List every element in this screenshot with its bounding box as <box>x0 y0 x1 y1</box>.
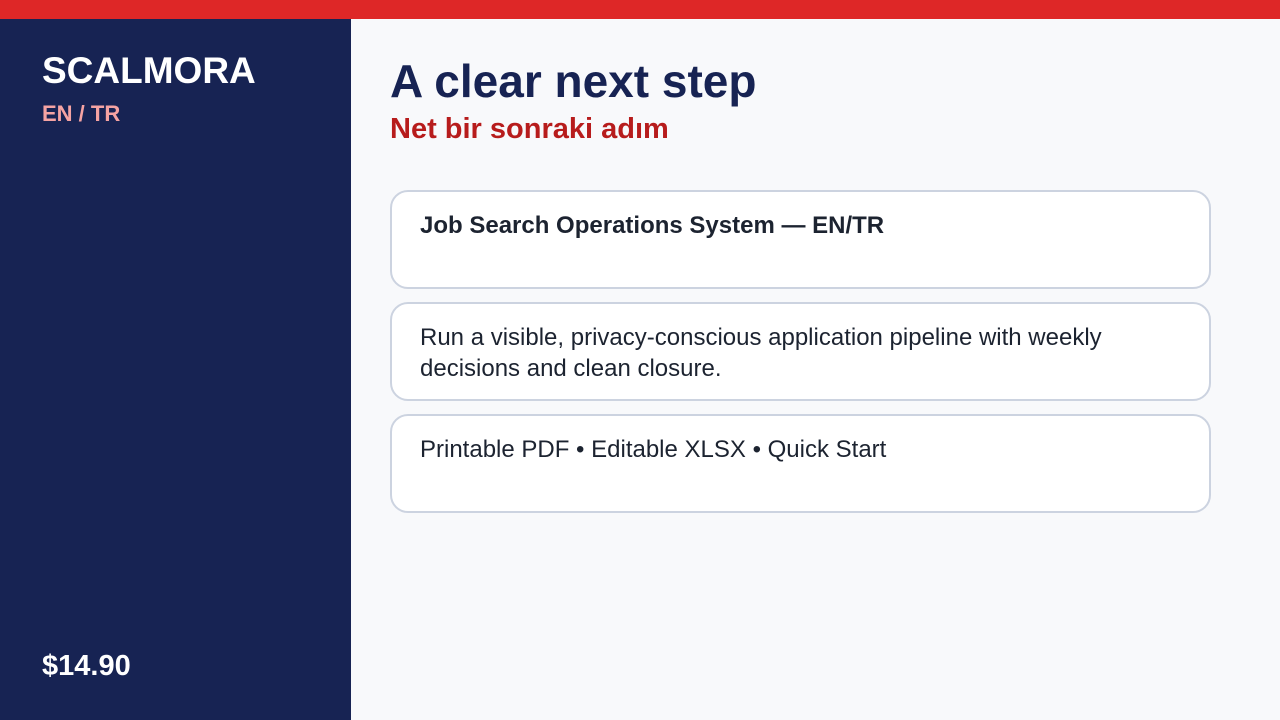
main-panel: A clear next step Net bir sonraki adım J… <box>351 19 1280 720</box>
formats-card: Printable PDF • Editable XLSX • Quick St… <box>390 414 1211 513</box>
page-title: A clear next step <box>390 55 757 107</box>
price-label: $14.90 <box>42 650 131 682</box>
product-name-text: Job Search Operations System — EN/TR <box>420 212 885 239</box>
accent-top-bar <box>0 0 1280 19</box>
sidebar: SCALMORA EN / TR $14.90 <box>0 19 351 720</box>
page-subtitle: Net bir sonraki adım <box>390 113 669 145</box>
description-card: Run a visible, privacy-conscious applica… <box>390 302 1211 401</box>
brand-name: SCALMORA <box>42 50 256 91</box>
product-name-card: Job Search Operations System — EN/TR <box>390 190 1211 289</box>
language-label: EN / TR <box>42 101 121 126</box>
formats-text: Printable PDF • Editable XLSX • Quick St… <box>420 436 887 463</box>
description-text: Run a visible, privacy-conscious applica… <box>420 324 1102 382</box>
